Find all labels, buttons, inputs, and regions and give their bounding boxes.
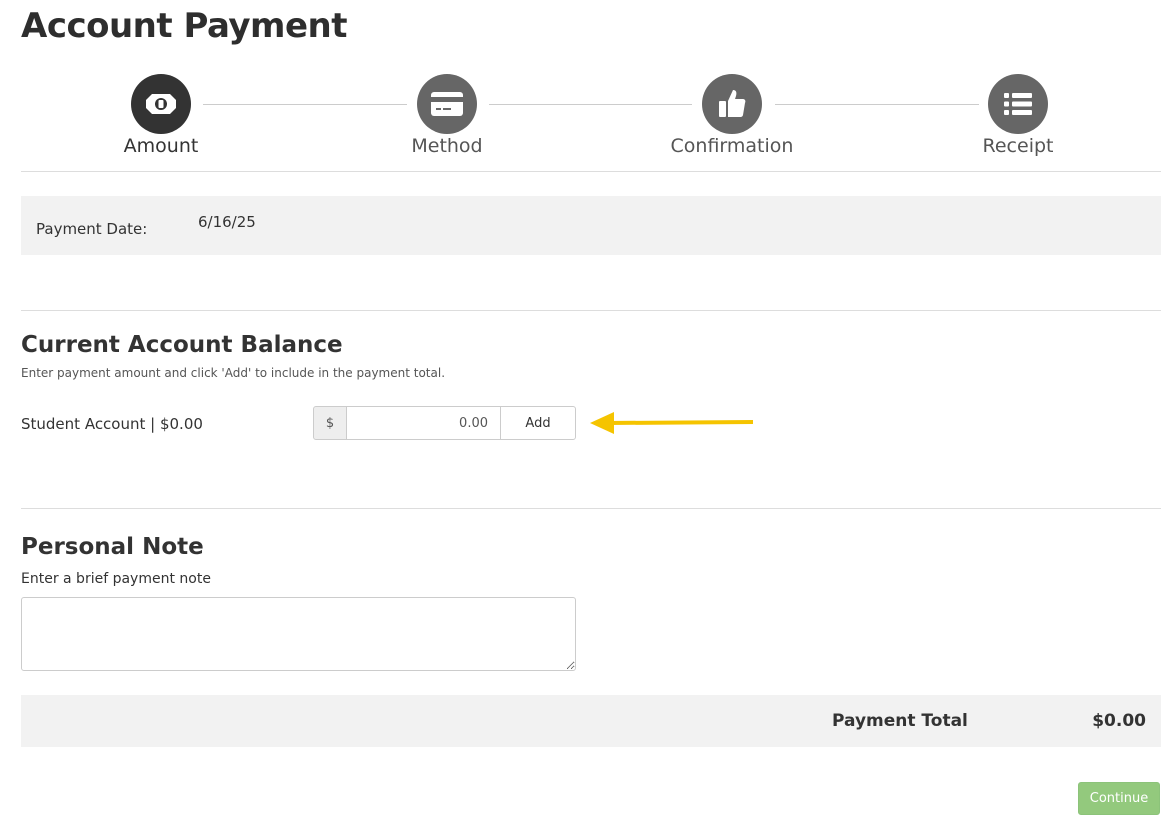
payment-total-value: $0.00 [1092, 711, 1146, 731]
amount-input-group: $ Add [313, 406, 576, 440]
payment-date-panel: Payment Date: 6/16/25 [21, 196, 1161, 255]
divider [21, 310, 1161, 311]
thumbs-up-icon [702, 74, 762, 134]
payment-total-label: Payment Total [832, 711, 968, 731]
payment-total-panel: Payment Total $0.00 [21, 695, 1161, 747]
note-section-title: Personal Note [21, 534, 204, 560]
add-button[interactable]: Add [500, 406, 576, 440]
payment-date-label: Payment Date: [36, 220, 148, 238]
step-receipt: Receipt [938, 74, 1098, 157]
step-amount: Amount [81, 74, 241, 157]
payment-date-value: 6/16/25 [198, 213, 256, 231]
step-label: Method [411, 135, 483, 157]
divider [21, 171, 1161, 172]
money-icon [131, 74, 191, 134]
list-icon [988, 74, 1048, 134]
arrow-pointer-icon [590, 412, 754, 434]
note-help-text: Enter a brief payment note [21, 571, 211, 587]
step-confirmation: Confirmation [652, 74, 812, 157]
page-title: Account Payment [21, 6, 348, 46]
divider [21, 508, 1161, 509]
step-method: Method [367, 74, 527, 157]
balance-section-title: Current Account Balance [21, 332, 343, 358]
amount-input[interactable] [347, 406, 500, 440]
step-label: Confirmation [670, 135, 794, 157]
personal-note-textarea[interactable] [21, 597, 576, 671]
student-account-label: Student Account | $0.00 [21, 415, 203, 433]
progress-steps: Amount Method Confirmation Receipt [0, 74, 1171, 164]
step-label: Receipt [982, 135, 1054, 157]
balance-help-text: Enter payment amount and click 'Add' to … [21, 366, 446, 380]
currency-addon: $ [313, 406, 347, 440]
step-label: Amount [123, 135, 199, 157]
credit-card-icon [417, 74, 477, 134]
continue-button[interactable]: Continue [1078, 782, 1160, 815]
